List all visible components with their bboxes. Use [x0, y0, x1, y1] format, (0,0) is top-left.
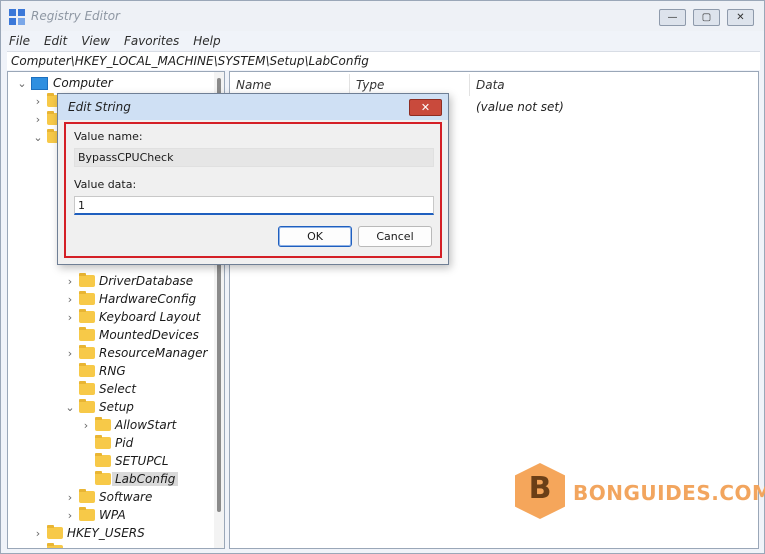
- column-header-name[interactable]: Name: [236, 78, 271, 92]
- dialog-title: Edit String: [68, 100, 131, 114]
- tree-item-label: Computer: [53, 76, 113, 90]
- folder-icon: [79, 489, 95, 503]
- tree-item-driverdatabase[interactable]: › DriverDatabase: [64, 272, 193, 290]
- folder-icon: [79, 363, 95, 377]
- chevron-right-icon[interactable]: ›: [32, 545, 44, 549]
- tree-item-select[interactable]: Select: [64, 380, 136, 398]
- tree-item-hardwareconfig[interactable]: › HardwareConfig: [64, 290, 196, 308]
- tree-item-label: WPA: [99, 508, 126, 522]
- dialog-title-bar[interactable]: Edit String ✕: [58, 94, 448, 120]
- tree-item-computer[interactable]: ⌄ Computer: [16, 74, 113, 92]
- menu-favorites[interactable]: Favorites: [124, 34, 179, 48]
- menu-edit[interactable]: Edit: [44, 34, 67, 48]
- chevron-right-icon[interactable]: ›: [32, 113, 44, 126]
- folder-icon: [79, 309, 95, 323]
- folder-icon: [47, 543, 63, 548]
- folder-icon: [79, 507, 95, 521]
- value-data-input[interactable]: 1: [74, 196, 434, 215]
- folder-icon: [79, 273, 95, 287]
- column-divider[interactable]: [469, 74, 470, 96]
- folder-icon: [95, 453, 111, 467]
- chevron-down-icon[interactable]: ⌄: [64, 401, 76, 414]
- value-data-label: Value data:: [74, 178, 137, 191]
- tree-item-label: DriverDatabase: [99, 274, 194, 288]
- chevron-right-icon[interactable]: ›: [64, 293, 76, 306]
- tree-item-software[interactable]: › Software: [64, 488, 152, 506]
- ok-button[interactable]: OK: [278, 226, 352, 247]
- folder-icon: [95, 417, 111, 431]
- menu-file[interactable]: File: [9, 34, 30, 48]
- tree-item-label: Select: [99, 382, 137, 396]
- tree-item-label-selected: LabConfig: [112, 472, 179, 486]
- folder-icon: [79, 381, 95, 395]
- chevron-right-icon[interactable]: ›: [64, 275, 76, 288]
- tree-item-pid[interactable]: Pid: [80, 434, 133, 452]
- tree-item-label: HardwareConfig: [99, 292, 197, 306]
- tree-item-label: SETUPCL: [115, 454, 169, 468]
- tree-item-collapsed[interactable]: ›: [32, 542, 67, 549]
- computer-icon: [31, 76, 48, 90]
- maximize-button[interactable]: ▢: [693, 9, 720, 26]
- tree-item-resourcemanager[interactable]: › ResourceManager: [64, 344, 207, 362]
- chevron-right-icon[interactable]: ›: [64, 491, 76, 504]
- tree-item-rng[interactable]: RNG: [64, 362, 126, 380]
- tree-item-setup[interactable]: ⌄ Setup: [64, 398, 134, 416]
- tree-item-label: MountedDevices: [99, 328, 199, 342]
- bonguides-watermark: B BONGUIDES.COM: [515, 463, 765, 523]
- tree-item-label: AllowStart: [115, 418, 177, 432]
- address-bar[interactable]: Computer\HKEY_LOCAL_MACHINE\SYSTEM\Setup…: [7, 51, 760, 70]
- menu-bar: File Edit View Favorites Help: [1, 31, 764, 50]
- watermark-letter: B: [528, 471, 552, 506]
- tree-item-wpa[interactable]: › WPA: [64, 506, 126, 524]
- chevron-right-icon[interactable]: ›: [64, 347, 76, 360]
- tree-item-label: Software: [99, 490, 153, 504]
- tree-item-mounteddevices[interactable]: MountedDevices: [64, 326, 199, 344]
- tree-item-label: Setup: [99, 400, 134, 414]
- folder-icon: [47, 525, 63, 539]
- chevron-right-icon[interactable]: ›: [32, 527, 44, 540]
- tree-item-label: Pid: [115, 436, 134, 450]
- value-name-label: Value name:: [74, 130, 143, 143]
- folder-icon: [95, 471, 111, 485]
- registry-editor-window: Registry Editor — ▢ ✕ File Edit View Fav…: [0, 0, 765, 554]
- highlight-box: Value name: BypassCPUCheck Value data: 1…: [64, 122, 442, 258]
- close-button[interactable]: ✕: [727, 9, 754, 26]
- tree-item-label: Keyboard Layout: [99, 310, 201, 324]
- tree-item-hkey-users[interactable]: › HKEY_USERS: [32, 524, 145, 542]
- dialog-close-button[interactable]: ✕: [409, 99, 442, 116]
- folder-icon: [79, 399, 95, 413]
- menu-view[interactable]: View: [81, 34, 110, 48]
- menu-help[interactable]: Help: [193, 34, 220, 48]
- tree-item-labconfig[interactable]: LabConfig: [80, 470, 179, 488]
- cancel-button[interactable]: Cancel: [358, 226, 432, 247]
- edit-string-dialog: Edit String ✕ Value name: BypassCPUCheck…: [57, 93, 449, 265]
- column-header-data[interactable]: Data: [476, 78, 505, 92]
- value-data-cell[interactable]: (value not set): [476, 100, 564, 114]
- chevron-right-icon[interactable]: ›: [32, 95, 44, 108]
- chevron-right-icon[interactable]: ›: [64, 509, 76, 522]
- watermark-text: BONGUIDES.COM: [573, 481, 765, 505]
- chevron-right-icon[interactable]: ›: [64, 311, 76, 324]
- column-header-type[interactable]: Type: [356, 78, 384, 92]
- minimize-button[interactable]: —: [659, 9, 686, 26]
- chevron-down-icon[interactable]: ⌄: [16, 77, 28, 90]
- title-bar[interactable]: Registry Editor — ▢ ✕: [1, 1, 764, 31]
- folder-icon: [79, 291, 95, 305]
- folder-icon: [79, 327, 95, 341]
- folder-icon: [95, 435, 111, 449]
- tree-item-label: RNG: [99, 364, 126, 378]
- tree-item-keyboard-layout[interactable]: › Keyboard Layout: [64, 308, 200, 326]
- value-name-field: BypassCPUCheck: [74, 148, 434, 167]
- tree-item-label: ResourceManager: [99, 346, 208, 360]
- tree-item-label: HKEY_USERS: [67, 526, 145, 540]
- folder-icon: [79, 345, 95, 359]
- window-title: Registry Editor: [31, 9, 120, 23]
- registry-editor-icon: [9, 9, 25, 25]
- chevron-down-icon[interactable]: ⌄: [32, 131, 44, 144]
- tree-item-setupcl[interactable]: SETUPCL: [80, 452, 169, 470]
- tree-item-allowstart[interactable]: › AllowStart: [80, 416, 176, 434]
- chevron-right-icon[interactable]: ›: [80, 419, 92, 432]
